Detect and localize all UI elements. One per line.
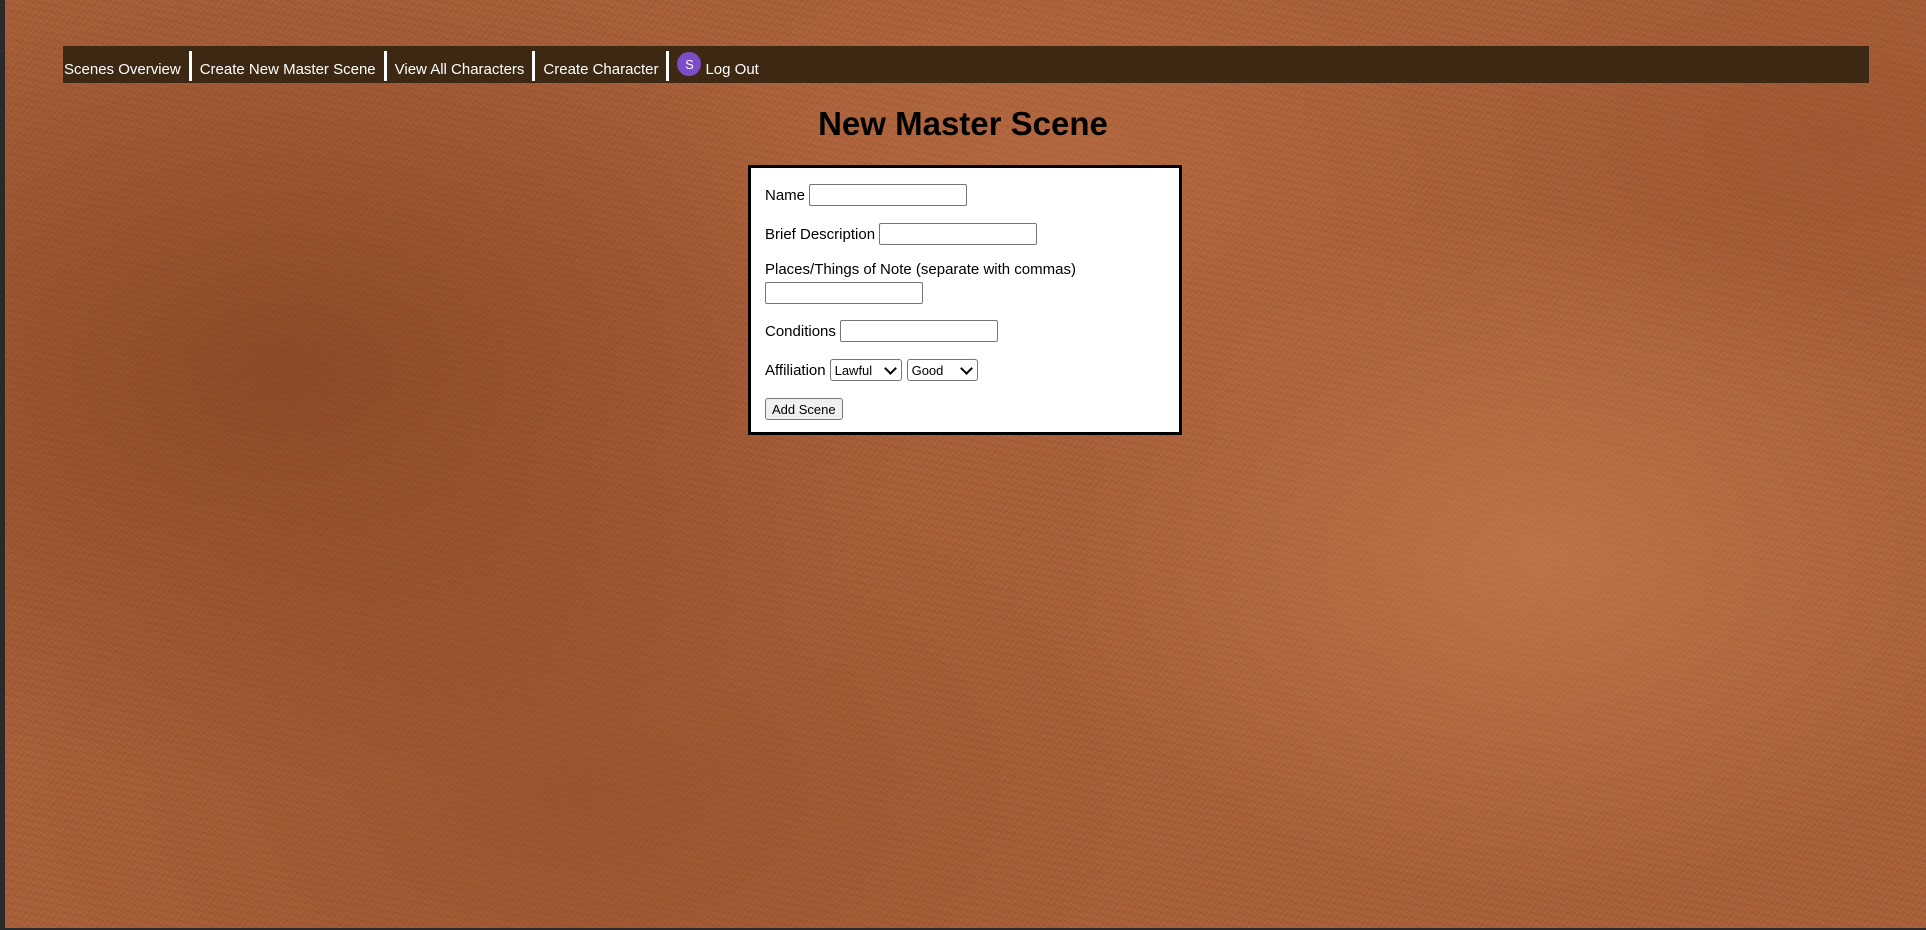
conditions-row: Conditions (765, 319, 1165, 343)
places-input[interactable] (765, 282, 923, 304)
page-title: New Master Scene (818, 105, 1108, 142)
nav-scenes-overview[interactable]: Scenes Overview (63, 46, 189, 83)
places-label: Places/Things of Note (separate with com… (765, 261, 1076, 278)
nav-create-character[interactable]: Create Character (535, 46, 666, 83)
name-row: Name (765, 183, 1165, 207)
affiliation-law-value: Lawful (834, 362, 873, 378)
nav-create-master-scene[interactable]: Create New Master Scene (192, 46, 384, 83)
name-input[interactable] (809, 184, 968, 206)
places-row: Places/Things of Note (separate with com… (765, 261, 1165, 304)
conditions-label: Conditions (765, 322, 836, 340)
chevron-down-icon (959, 361, 973, 375)
affiliation-label: Affiliation (765, 361, 826, 379)
affiliation-moral-value: Good (911, 362, 944, 378)
brief-description-row: Brief Description (765, 222, 1165, 246)
top-navbar: Scenes Overview Create New Master Scene … (63, 46, 1869, 83)
conditions-input[interactable] (839, 320, 998, 342)
affiliation-law-select[interactable]: Lawful (829, 359, 902, 381)
affiliation-row: Affiliation Lawful Good (765, 358, 1165, 382)
chevron-down-icon (883, 361, 897, 375)
user-avatar[interactable]: S (677, 52, 702, 76)
submit-row: Add Scene (765, 397, 1165, 421)
name-label: Name (765, 186, 806, 204)
add-scene-button[interactable]: Add Scene (765, 398, 843, 420)
brief-description-input[interactable] (879, 223, 1038, 245)
nav-view-all-characters[interactable]: View All Characters (387, 46, 533, 83)
nav-separator (666, 51, 670, 81)
new-scene-form: Name Brief Description Places/Things of … (748, 165, 1182, 435)
logout-link[interactable]: Log Out (701, 46, 766, 83)
brief-description-label: Brief Description (765, 225, 876, 243)
affiliation-moral-select[interactable]: Good (906, 359, 978, 381)
